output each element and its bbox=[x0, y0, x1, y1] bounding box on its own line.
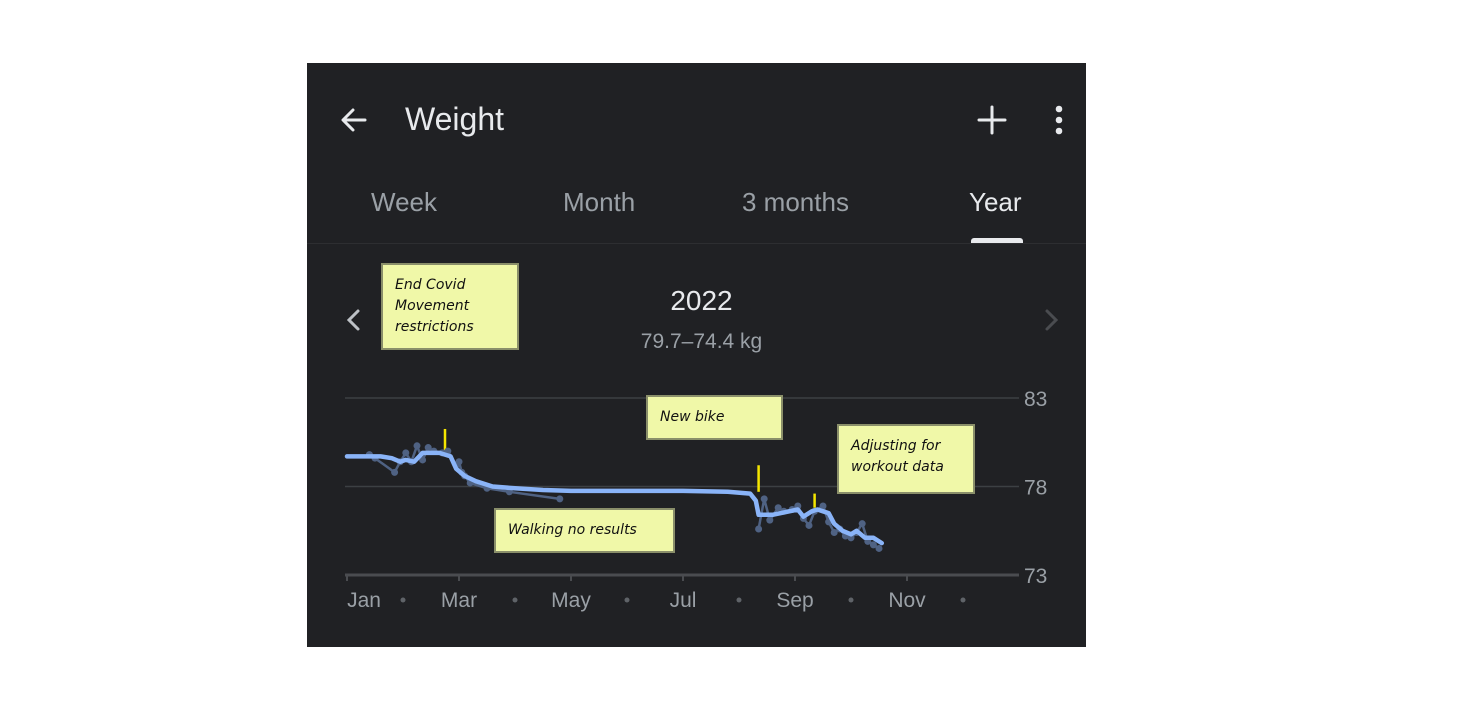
y-tick-label: 83 bbox=[1024, 388, 1047, 411]
annotation-line: workout data bbox=[851, 459, 944, 475]
tab-week[interactable]: Week bbox=[371, 187, 437, 218]
measurement-point bbox=[402, 449, 410, 457]
add-button[interactable] bbox=[975, 103, 1009, 137]
measurement-point bbox=[858, 520, 866, 528]
tab-year[interactable]: Year bbox=[969, 187, 1022, 218]
annotation-end-covid: End Covid Movement restrictions bbox=[381, 263, 519, 350]
annotation-line: Walking no results bbox=[508, 522, 637, 538]
x-tick-label: Jan bbox=[347, 589, 381, 612]
x-minor-dot bbox=[960, 597, 966, 603]
measurement-point bbox=[805, 521, 813, 529]
y-tick-label: 73 bbox=[1024, 565, 1047, 588]
annotation-line: New bike bbox=[660, 409, 725, 425]
measurement-point bbox=[766, 516, 774, 524]
annotation-line: restrictions bbox=[395, 319, 474, 335]
plus-icon bbox=[977, 105, 1007, 135]
weight-chart: 73 78 83 Jan Mar May Jul Sep Nov bbox=[344, 388, 1047, 612]
annotation-new-bike: New bike bbox=[646, 395, 783, 440]
x-minor-dot bbox=[624, 597, 630, 603]
annotation-line: Movement bbox=[395, 298, 470, 314]
x-tick-label: Mar bbox=[441, 589, 477, 612]
annotation-line: Adjusting for bbox=[851, 438, 941, 454]
tabs-divider bbox=[307, 243, 1086, 244]
annotation-line: End Covid bbox=[395, 277, 466, 293]
x-minor-dot bbox=[736, 597, 742, 603]
page-title: Weight bbox=[405, 101, 505, 137]
measurement-point bbox=[391, 468, 399, 476]
annotation-walking: Walking no results bbox=[494, 508, 675, 553]
measurement-point bbox=[556, 495, 564, 503]
x-tick-label: Nov bbox=[888, 589, 926, 612]
more-vert-icon bbox=[1055, 105, 1063, 135]
y-tick-label: 78 bbox=[1024, 477, 1047, 500]
measurement-point bbox=[875, 544, 883, 552]
weight-screen: 73 78 83 Jan Mar May Jul Sep Nov Weight Week Mon… bbox=[307, 63, 1086, 647]
x-minor-dot bbox=[848, 597, 854, 603]
measurement-point bbox=[413, 442, 421, 450]
x-minor-dot bbox=[512, 597, 518, 603]
measurement-point bbox=[755, 525, 763, 533]
tab-3-months[interactable]: 3 months bbox=[742, 187, 849, 218]
x-tick-label: Sep bbox=[776, 589, 813, 612]
arrow-left-icon bbox=[341, 108, 367, 132]
back-button[interactable] bbox=[337, 103, 371, 137]
x-tick-label: Jul bbox=[670, 589, 697, 612]
annotation-adjusting: Adjusting for workout data bbox=[837, 424, 975, 494]
measurement-point bbox=[760, 495, 768, 503]
tab-month[interactable]: Month bbox=[563, 187, 635, 218]
more-options-button[interactable] bbox=[1047, 103, 1071, 137]
x-tick-label: May bbox=[551, 589, 591, 612]
x-minor-dot bbox=[400, 597, 406, 603]
